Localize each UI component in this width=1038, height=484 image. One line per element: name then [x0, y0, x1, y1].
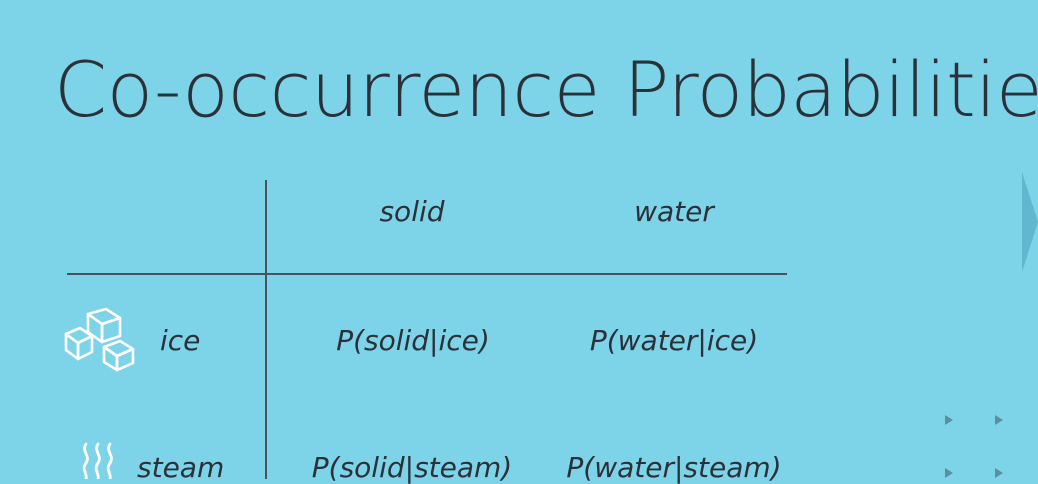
column-header-water: water [634, 195, 714, 228]
row-label-steam: steam [137, 451, 225, 484]
nav-arrow-icon [945, 415, 953, 425]
table-vertical-divider [265, 180, 267, 479]
column-header-solid: solid [379, 195, 445, 228]
nav-arrow-icon [995, 415, 1003, 425]
side-shape [1022, 172, 1038, 272]
table-horizontal-divider [67, 273, 787, 275]
steam-icon [82, 442, 113, 479]
nav-arrow-icon [945, 468, 953, 478]
cell-water-given-ice: P(water|ice) [589, 324, 759, 357]
ice-cubes-icon [64, 307, 135, 372]
slide-title: Co-occurrence Probabilities [54, 45, 1038, 134]
cell-solid-given-steam: P(solid|steam) [311, 451, 513, 484]
row-label-ice: ice [160, 324, 201, 357]
cell-solid-given-ice: P(solid|ice) [336, 324, 490, 357]
nav-arrow-icon [995, 468, 1003, 478]
cell-water-given-steam: P(water|steam) [566, 451, 782, 484]
